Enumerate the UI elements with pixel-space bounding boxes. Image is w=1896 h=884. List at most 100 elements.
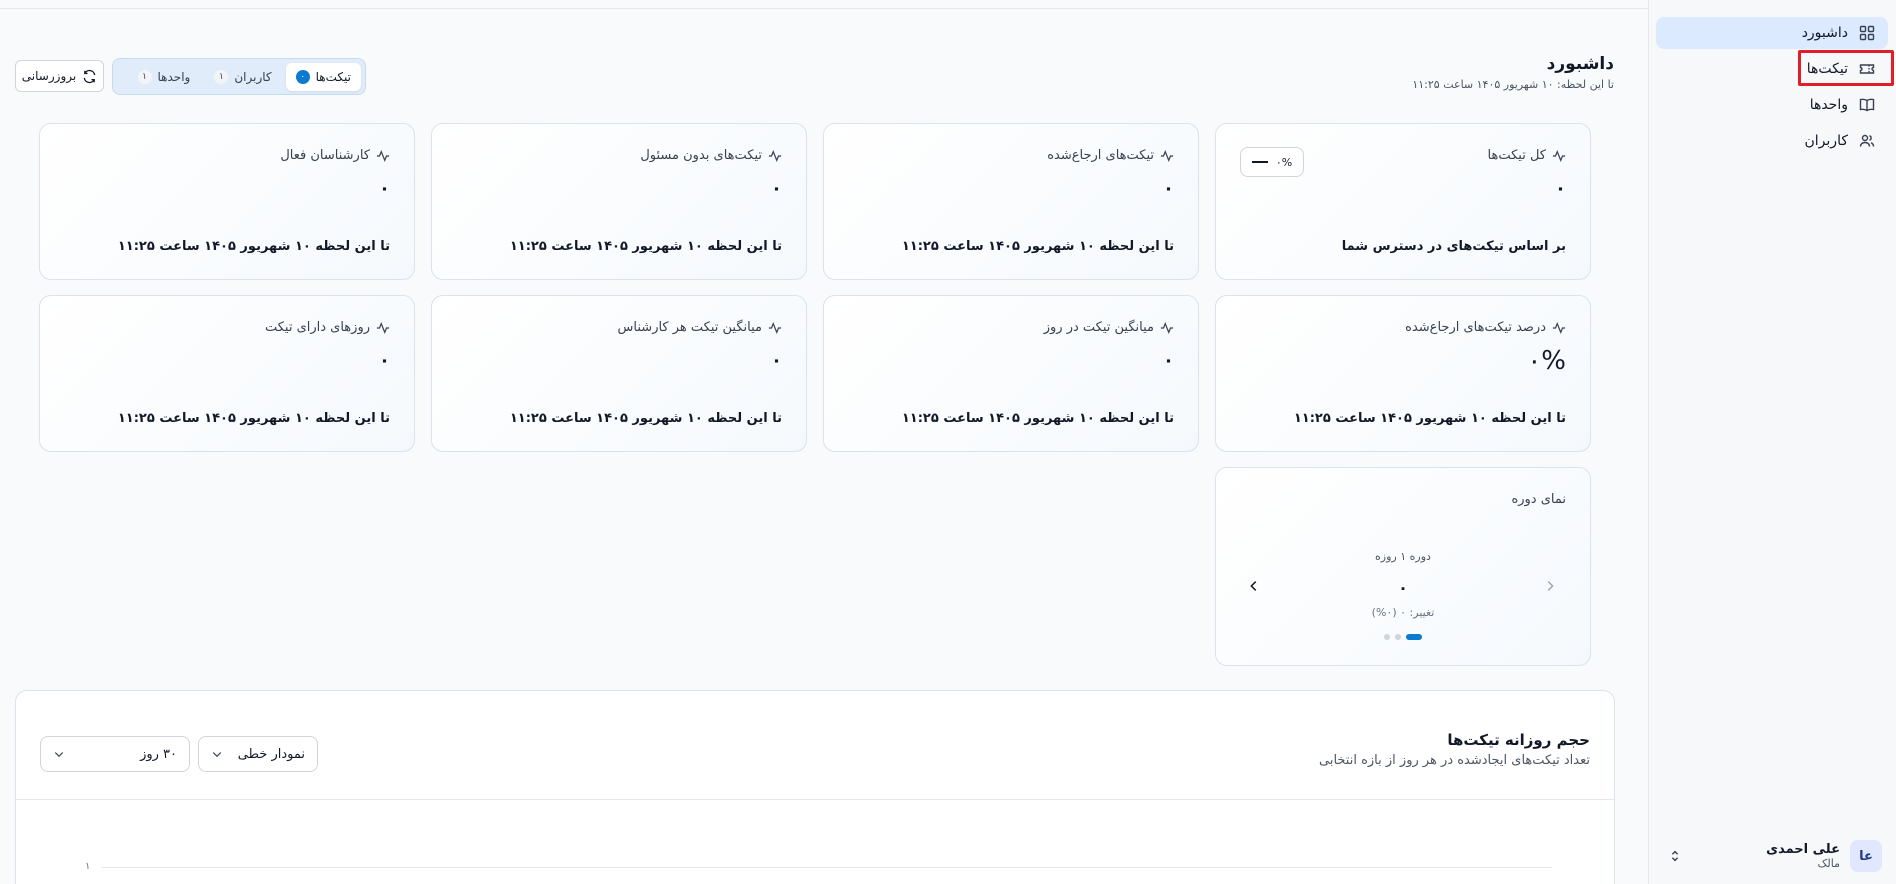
card-value: ۰ bbox=[379, 350, 390, 371]
tab-bar: تیکت‌ها ۰ کاربران ۱ واحدها ۱ bbox=[112, 58, 366, 95]
card-title: روزهای دارای تیکت bbox=[265, 320, 390, 335]
activity-icon bbox=[376, 149, 390, 163]
sidebar-item-units[interactable]: واحدها bbox=[1656, 89, 1888, 121]
card-title: درصد تیکت‌های ارجاع‌شده bbox=[1405, 320, 1566, 335]
chevrons-up-down-icon[interactable] bbox=[1668, 849, 1682, 863]
activity-icon bbox=[768, 149, 782, 163]
card-title: تیکت‌های بدون مسئول bbox=[640, 148, 782, 163]
page-title: داشبورد bbox=[1546, 54, 1614, 74]
trend-flat-icon bbox=[1251, 161, 1268, 163]
main-content: داشبورد تا این لحظه: ۱۰ شهریور ۱۴۰۵ ساعت… bbox=[0, 0, 1648, 884]
user-role: مالک bbox=[1817, 857, 1840, 871]
chevron-left-icon bbox=[1247, 579, 1261, 593]
period-title: نمای دوره bbox=[1511, 492, 1566, 507]
range-select[interactable]: ۳۰ روز bbox=[40, 736, 190, 772]
card-value: ۰ bbox=[771, 178, 782, 199]
stat-card-referred-tickets: تیکت‌های ارجاع‌شده ۰ تا این لحظه ۱۰ شهری… bbox=[823, 123, 1199, 280]
card-footer: تا این لحظه ۱۰ شهریور ۱۴۰۵ ساعت ۱۱:۲۵ bbox=[509, 411, 782, 426]
carousel-dot[interactable] bbox=[1384, 634, 1390, 640]
user-menu[interactable]: عا علی احمدی مالک bbox=[1656, 834, 1888, 878]
chart-divider bbox=[16, 799, 1614, 800]
y-axis-tick-label: ۱ bbox=[85, 861, 91, 872]
card-title-text: درصد تیکت‌های ارجاع‌شده bbox=[1405, 320, 1546, 335]
chart-type-select[interactable]: نمودار خطی bbox=[198, 736, 318, 772]
tab-users[interactable]: کاربران ۱ bbox=[204, 63, 281, 91]
card-footer: تا این لحظه ۱۰ شهریور ۱۴۰۵ ساعت ۱۱:۲۵ bbox=[117, 411, 390, 426]
trend-badge: ۰% bbox=[1240, 147, 1304, 177]
period-value: ۰ bbox=[1398, 578, 1408, 597]
chart-title: حجم روزانه تیکت‌ها bbox=[1447, 731, 1590, 749]
sidebar-item-label: تیکت‌ها bbox=[1806, 61, 1848, 77]
carousel-dot[interactable] bbox=[1395, 634, 1401, 640]
top-divider bbox=[0, 8, 1648, 9]
card-title-text: کارشناسان فعال bbox=[280, 148, 370, 163]
tab-label: تیکت‌ها bbox=[315, 69, 351, 84]
page-subtitle: تا این لحظه: ۱۰ شهریور ۱۴۰۵ ساعت ۱۱:۲۵ bbox=[1412, 78, 1614, 91]
card-value: ۰ bbox=[1163, 178, 1174, 199]
card-title-text: میانگین تیکت هر کارشناس bbox=[617, 320, 762, 335]
refresh-button[interactable]: بروزرسانی bbox=[15, 60, 104, 92]
card-title: کل تیکت‌ها bbox=[1488, 148, 1566, 163]
app: داشبورد تیکت‌ها واحدها کاربران عا علی اح… bbox=[0, 0, 1896, 884]
chevron-down-icon bbox=[53, 748, 65, 760]
book-icon bbox=[1858, 96, 1876, 114]
card-value: ۰% bbox=[1527, 346, 1566, 376]
card-footer: تا این لحظه ۱۰ شهریور ۱۴۰۵ ساعت ۱۱:۲۵ bbox=[117, 239, 390, 254]
card-value: ۰ bbox=[1555, 178, 1566, 199]
card-footer: تا این لحظه ۱۰ شهریور ۱۴۰۵ ساعت ۱۱:۲۵ bbox=[509, 239, 782, 254]
carousel-dot[interactable] bbox=[1406, 634, 1422, 640]
card-value: ۰ bbox=[771, 350, 782, 371]
activity-icon bbox=[1160, 149, 1174, 163]
chevron-down-icon bbox=[211, 748, 223, 760]
sidebar-item-label: کاربران bbox=[1804, 133, 1848, 149]
tab-badge: ۱ bbox=[137, 69, 152, 84]
sidebar-item-users[interactable]: کاربران bbox=[1656, 125, 1888, 157]
activity-icon bbox=[376, 321, 390, 335]
card-footer: بر اساس تیکت‌های در دسترس شما bbox=[1341, 239, 1566, 254]
dashboard-grid-icon bbox=[1858, 24, 1876, 42]
refresh-icon bbox=[82, 69, 97, 84]
stat-card-days-with-tickets: روزهای دارای تیکت ۰ تا این لحظه ۱۰ شهریو… bbox=[39, 295, 415, 452]
stat-card-avg-per-agent: میانگین تیکت هر کارشناس ۰ تا این لحظه ۱۰… bbox=[431, 295, 807, 452]
card-title-text: تیکت‌های ارجاع‌شده bbox=[1047, 148, 1154, 163]
chevron-right-icon bbox=[1543, 579, 1557, 593]
grid-line bbox=[102, 867, 1552, 868]
activity-icon bbox=[1160, 321, 1174, 335]
stat-card-avg-per-day: میانگین تیکت در روز ۰ تا این لحظه ۱۰ شهر… bbox=[823, 295, 1199, 452]
ticket-icon bbox=[1858, 60, 1876, 78]
card-title: میانگین تیکت در روز bbox=[1044, 320, 1174, 335]
card-title-text: تیکت‌های بدون مسئول bbox=[640, 148, 762, 163]
period-view-card: نمای دوره دوره ۱ روزه ۰ تغییر: ۰ (۰%) bbox=[1215, 467, 1591, 666]
card-footer: تا این لحظه ۱۰ شهریور ۱۴۰۵ ساعت ۱۱:۲۵ bbox=[1293, 411, 1566, 426]
activity-icon bbox=[1552, 321, 1566, 335]
daily-volume-chart-panel: حجم روزانه تیکت‌ها تعداد تیکت‌های ایجادش… bbox=[15, 690, 1615, 884]
card-title: تیکت‌های ارجاع‌شده bbox=[1047, 148, 1174, 163]
avatar: عا bbox=[1850, 840, 1882, 872]
stat-card-active-agents: کارشناسان فعال ۰ تا این لحظه ۱۰ شهریور ۱… bbox=[39, 123, 415, 280]
sidebar-item-tickets[interactable]: تیکت‌ها bbox=[1656, 53, 1888, 85]
tab-units[interactable]: واحدها ۱ bbox=[128, 63, 201, 91]
tab-label: واحدها bbox=[157, 69, 191, 84]
tab-badge: ۱ bbox=[214, 69, 229, 84]
carousel-next-button[interactable] bbox=[1244, 576, 1264, 596]
tab-badge: ۰ bbox=[295, 69, 310, 84]
refresh-label: بروزرسانی bbox=[21, 69, 77, 83]
tab-label: کاربران bbox=[234, 69, 272, 84]
card-value: ۰ bbox=[379, 178, 390, 199]
period-label: دوره ۱ روزه bbox=[1375, 550, 1431, 563]
card-value: ۰ bbox=[1163, 350, 1174, 371]
stat-card-total-tickets: کل تیکت‌ها ۰% ۰ بر اساس تیکت‌های در دستر… bbox=[1215, 123, 1591, 280]
stat-card-referred-percent: درصد تیکت‌های ارجاع‌شده ۰% تا این لحظه ۱… bbox=[1215, 295, 1591, 452]
user-name: علی احمدی bbox=[1766, 841, 1840, 857]
sidebar: داشبورد تیکت‌ها واحدها کاربران عا علی اح… bbox=[1648, 0, 1896, 884]
tab-tickets[interactable]: تیکت‌ها ۰ bbox=[285, 62, 361, 91]
sidebar-item-dashboard[interactable]: داشبورد bbox=[1656, 17, 1888, 49]
carousel-prev-button[interactable] bbox=[1540, 576, 1560, 596]
activity-icon bbox=[1552, 149, 1566, 163]
card-footer: تا این لحظه ۱۰ شهریور ۱۴۰۵ ساعت ۱۱:۲۵ bbox=[901, 411, 1174, 426]
carousel-dots bbox=[1216, 634, 1590, 640]
sidebar-item-label: داشبورد bbox=[1801, 25, 1848, 41]
sidebar-item-label: واحدها bbox=[1809, 97, 1848, 113]
user-info: علی احمدی مالک bbox=[1766, 842, 1840, 871]
chart-header: حجم روزانه تیکت‌ها تعداد تیکت‌های ایجادش… bbox=[1319, 731, 1590, 768]
